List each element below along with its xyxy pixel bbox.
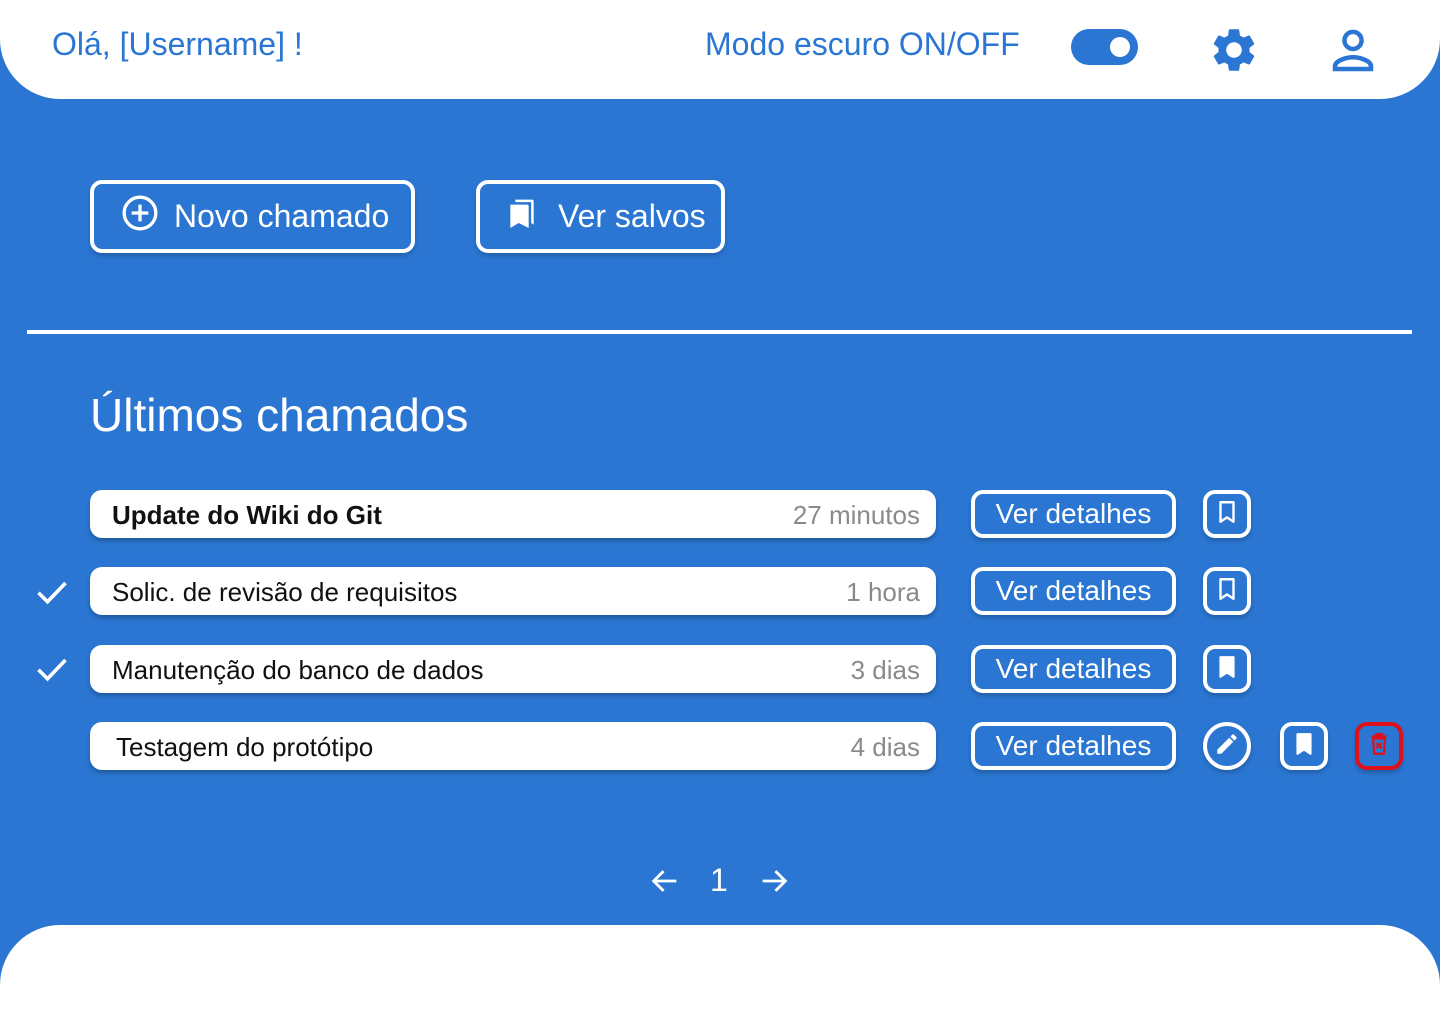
pagination: 1 [648,860,793,900]
arrow-right-icon[interactable] [757,864,791,903]
gear-icon[interactable] [1208,24,1260,76]
bookmark-button[interactable] [1203,567,1251,615]
delete-button[interactable] [1355,722,1403,770]
ticket-time: 3 dias [850,655,920,685]
user-icon[interactable] [1326,24,1378,76]
bookmark-button[interactable] [1203,645,1251,693]
top-bar: Olá, [Username] ! Modo escuro ON/OFF [0,0,1440,99]
ticket-title: Solic. de revisão de requisitos [112,577,458,607]
details-button[interactable]: Ver detalhes [971,722,1176,770]
check-icon [34,651,70,687]
ticket-row[interactable]: Manutenção do banco de dados 3 dias [90,645,936,693]
trash-icon [1366,729,1392,764]
check-icon [34,574,70,610]
ticket-title: Manutenção do banco de dados [112,655,484,685]
new-ticket-label: Novo chamado [174,198,390,234]
pencil-icon [1214,731,1240,762]
saved-button[interactable]: Ver salvos [476,180,725,253]
toggle-knob [1110,37,1130,57]
bookmark-outline-icon [1214,497,1240,532]
bookmark-button[interactable] [1280,722,1328,770]
ticket-time: 1 hora [846,577,920,607]
edit-button[interactable] [1203,722,1251,770]
details-button[interactable]: Ver detalhes [971,490,1176,538]
ticket-time: 4 dias [850,732,920,762]
bookmark-outline-icon [1214,574,1240,609]
dark-mode-label: Modo escuro ON/OFF [705,26,1020,62]
ticket-row[interactable]: Update do Wiki do Git 27 minutos [90,490,936,538]
footer [0,925,1440,1024]
ticket-row[interactable]: Testagem do protótipo 4 dias [90,722,936,770]
ticket-row[interactable]: Solic. de revisão de requisitos 1 hora [90,567,936,615]
ticket-title: Testagem do protótipo [116,732,374,762]
saved-label: Ver salvos [558,198,706,234]
new-ticket-button[interactable]: Novo chamado [90,180,415,253]
page-number[interactable]: 1 [710,862,728,899]
ticket-title: Update do Wiki do Git [112,500,382,530]
bookmark-filled-icon [1214,652,1240,687]
details-button[interactable]: Ver detalhes [971,567,1176,615]
bookmarks-icon [502,193,542,241]
arrow-left-icon[interactable] [648,864,682,903]
details-button[interactable]: Ver detalhes [971,645,1176,693]
section-title: Últimos chamados [90,389,469,441]
section-divider [27,330,1412,334]
plus-circle-icon [120,193,160,241]
bookmark-filled-icon [1291,729,1317,764]
ticket-time: 27 minutos [792,500,920,530]
greeting-text: Olá, [Username] ! [52,26,303,62]
dark-mode-toggle[interactable] [1071,29,1138,65]
bookmark-button[interactable] [1203,490,1251,538]
